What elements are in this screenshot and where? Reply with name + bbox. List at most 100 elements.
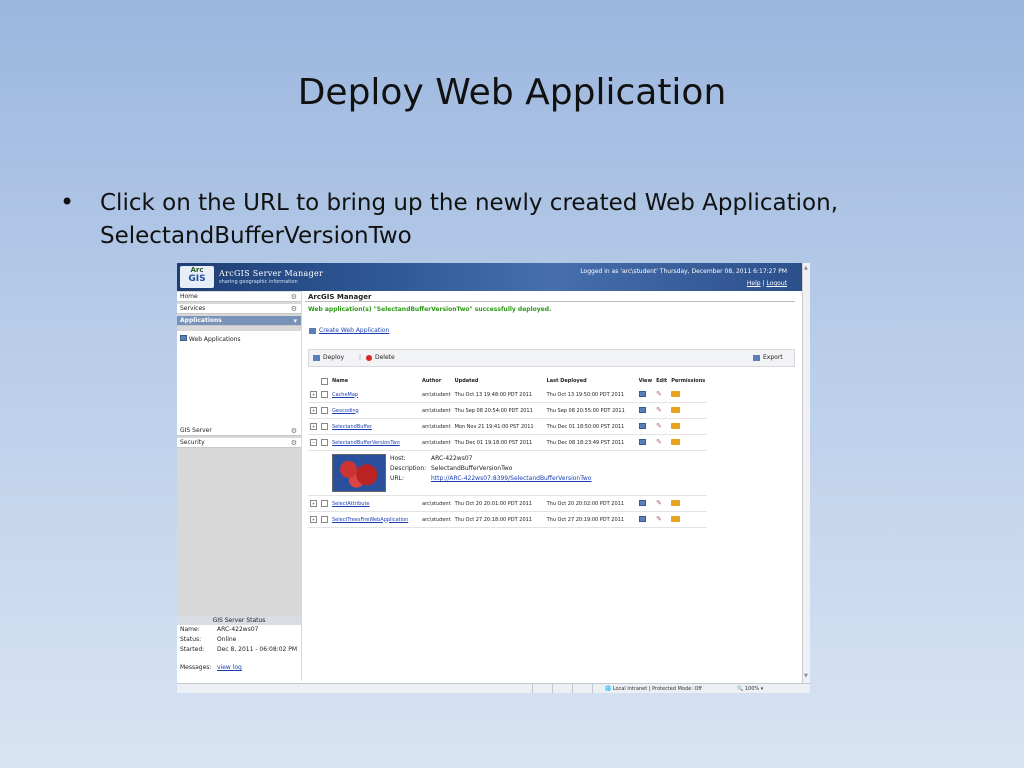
breadcrumb: ArcGIS Manager	[308, 293, 372, 301]
delete-label: Delete	[375, 354, 395, 361]
app-detail-row: Host: ARC-422ws07 Description: Selectand…	[308, 450, 708, 496]
header-select	[319, 375, 330, 387]
pencil-icon[interactable]: ✎	[656, 391, 662, 398]
table-row: + SelectandBuffer arc\student Mon Nov 21…	[308, 418, 708, 435]
lock-icon[interactable]	[671, 438, 681, 445]
view-icon[interactable]	[638, 406, 646, 413]
lock-icon[interactable]	[671, 499, 681, 506]
row-checkbox[interactable]	[321, 516, 328, 523]
help-link[interactable]: Help	[747, 280, 761, 287]
web-app-icon	[309, 327, 316, 334]
expand-icon[interactable]: +	[310, 391, 317, 398]
app-author: arc\student	[420, 402, 453, 419]
nav-applications[interactable]: Applications ▾	[177, 316, 301, 326]
divider	[305, 301, 795, 302]
header-edit: Edit	[656, 378, 668, 384]
app-name-link[interactable]: SelectandBuffer	[332, 424, 372, 430]
collapse-icon[interactable]: −	[310, 439, 317, 446]
status-status-row: Status: Online	[177, 635, 301, 645]
toolbar: Deploy | Delete Export	[308, 349, 795, 367]
app-subtitle: sharing geographic information	[219, 279, 298, 285]
status-status-label: Status:	[180, 636, 202, 643]
row-checkbox[interactable]	[321, 500, 328, 507]
pencil-icon[interactable]: ✎	[656, 516, 662, 523]
logo-bottom-text: GIS	[188, 274, 206, 284]
view-log-link[interactable]: view log	[217, 663, 299, 673]
gear-icon: ⚙	[290, 293, 297, 301]
app-updated: Thu Dec 01 19:18:00 PST 2011	[452, 434, 545, 451]
delete-button[interactable]: Delete	[366, 354, 395, 361]
pencil-icon[interactable]: ✎	[656, 500, 662, 507]
lock-icon[interactable]	[671, 422, 681, 429]
header-author: Author	[422, 378, 442, 384]
scroll-down-icon[interactable]: ▼	[804, 673, 808, 679]
table-row: + Geocoding arc\student Thu Sep 08 20:54…	[308, 402, 708, 419]
expand-icon[interactable]: +	[310, 407, 317, 414]
app-author: arc\student	[420, 418, 453, 435]
web-app-icon	[180, 335, 187, 341]
row-checkbox[interactable]	[321, 391, 328, 398]
app-deployed: Thu Sep 08 20:55:00 PDT 2011	[544, 402, 637, 419]
nav-home[interactable]: Home ⚙	[177, 292, 301, 302]
view-icon[interactable]	[638, 438, 646, 445]
deploy-button[interactable]: Deploy	[313, 354, 344, 361]
header-last-deployed: Last Deployed	[546, 378, 587, 384]
expand-icon[interactable]: +	[310, 423, 317, 430]
description-label: Description:	[390, 465, 427, 472]
nav-web-applications[interactable]: Web Applications	[180, 335, 241, 343]
expand-icon[interactable]: +	[310, 500, 317, 507]
select-all-checkbox[interactable]	[321, 377, 328, 385]
app-updated: Thu Oct 13 19:48:00 PDT 2011	[452, 387, 545, 403]
lock-icon[interactable]	[671, 515, 681, 522]
expand-icon[interactable]: +	[310, 516, 317, 523]
scroll-up-icon[interactable]: ▲	[804, 265, 808, 271]
app-author: arc\student	[420, 511, 453, 528]
app-name-link[interactable]: SelectTreesFireWebApplication	[332, 517, 408, 523]
row-checkbox[interactable]	[321, 423, 328, 430]
nav-gis-server[interactable]: GIS Server ⚙	[177, 426, 301, 436]
nav-services[interactable]: Services ⚙	[177, 304, 301, 314]
header-expander	[308, 375, 319, 387]
zoom-level: 100%	[744, 686, 760, 692]
magnifier-icon: 🔍	[737, 686, 745, 692]
nav-security[interactable]: Security ⚙	[177, 438, 301, 448]
vertical-scrollbar[interactable]: ▲ ▼	[802, 263, 810, 683]
browser-status-bar: 🌐 Local intranet | Protected Mode: Off 🔍…	[177, 683, 810, 693]
zoom-control[interactable]: 🔍 100% ▾	[737, 686, 763, 692]
map-thumbnail	[332, 454, 386, 492]
create-web-application-link[interactable]: Create Web Application	[309, 327, 389, 334]
status-status-value: Online	[217, 636, 237, 643]
app-deployed: Thu Dec 01 18:50:00 PST 2011	[544, 418, 637, 435]
app-url-link[interactable]: http://ARC-422ws07:8399/SelectandBufferV…	[431, 475, 591, 482]
view-icon[interactable]	[638, 390, 646, 397]
lock-icon[interactable]	[671, 390, 681, 397]
web-applications-table: Name Author Updated Last Deployed View E…	[308, 375, 708, 528]
logout-link[interactable]: Logout	[766, 280, 787, 287]
status-divider	[532, 684, 533, 693]
nav-applications-label: Applications	[180, 317, 222, 324]
nav-gis-server-label: GIS Server	[180, 427, 212, 434]
status-divider	[592, 684, 593, 693]
row-checkbox[interactable]	[321, 439, 328, 446]
deploy-label: Deploy	[323, 354, 345, 361]
view-icon[interactable]	[638, 499, 646, 506]
row-checkbox[interactable]	[321, 407, 328, 414]
view-icon[interactable]	[638, 515, 646, 522]
app-name-link[interactable]: SelectAttribute	[332, 501, 370, 507]
pencil-icon[interactable]: ✎	[656, 407, 662, 414]
pencil-icon[interactable]: ✎	[656, 439, 662, 446]
lock-icon[interactable]	[671, 406, 681, 413]
status-name-value: ARC-422ws07	[217, 626, 259, 633]
export-button[interactable]: Export	[753, 354, 783, 361]
app-name-link[interactable]: CacheMap	[332, 392, 358, 398]
table-row: + CacheMap arc\student Thu Oct 13 19:48:…	[308, 387, 708, 403]
app-name-link[interactable]: Geocoding	[332, 408, 359, 414]
main-content: ArcGIS Manager Web application(s) "Selec…	[305, 291, 795, 683]
pencil-icon[interactable]: ✎	[656, 423, 662, 430]
gear-icon: ⚙	[290, 427, 297, 435]
security-zone-label: Local intranet | Protected Mode: Off	[612, 686, 702, 692]
status-name-label: Name:	[180, 626, 200, 633]
app-name-link[interactable]: SelectandBufferVersionTwo	[332, 440, 400, 446]
view-icon[interactable]	[638, 422, 646, 429]
app-updated: Thu Oct 20 20:01:00 PDT 2011	[452, 495, 545, 512]
